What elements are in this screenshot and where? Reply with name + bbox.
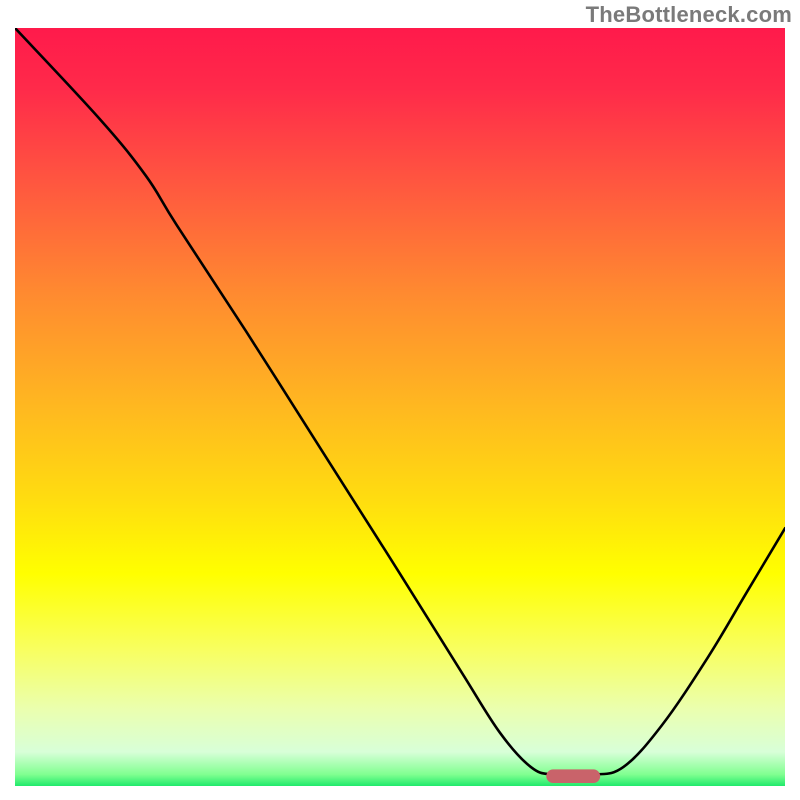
gradient-background (15, 28, 785, 786)
chart-container: TheBottleneck.com (0, 0, 800, 800)
plot-area (15, 28, 785, 786)
chart-svg (15, 28, 785, 786)
optimal-range-marker (546, 769, 600, 783)
watermark-label: TheBottleneck.com (586, 2, 792, 28)
